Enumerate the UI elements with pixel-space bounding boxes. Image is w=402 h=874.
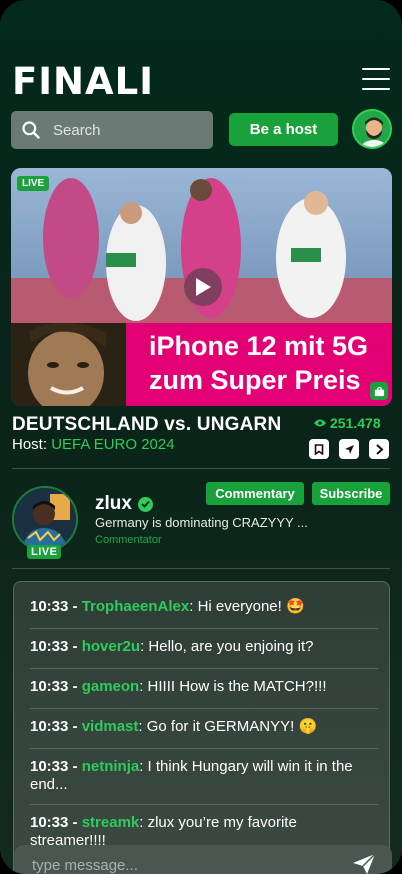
chat-message: 10:33 - vidmast: Go for it GERMANYY! 🤫: [30, 718, 318, 735]
ad-headline: iPhone 12 mit 5G zum Super Preis: [149, 329, 389, 397]
streamer-avatar[interactable]: [12, 486, 78, 552]
streamer-name-text: zlux: [95, 493, 132, 514]
host-name[interactable]: UEFA EURO 2024: [51, 436, 174, 453]
eye-icon: [314, 419, 326, 427]
search-bar[interactable]: [11, 111, 213, 149]
divider: [12, 468, 390, 469]
verified-icon: [137, 496, 153, 512]
chat-username[interactable]: netninja: [82, 758, 140, 775]
chat-separator: [30, 804, 378, 805]
chat-text: Hi everyone! 🤩: [193, 598, 305, 615]
chat-time: 10:33 -: [30, 758, 78, 775]
host-label: Host:: [12, 436, 48, 453]
chat-separator: [30, 708, 378, 709]
chat-separator: [30, 628, 378, 629]
be-a-host-button[interactable]: Be a host: [229, 113, 338, 146]
divider: [12, 568, 390, 569]
share-icon[interactable]: [339, 439, 359, 459]
chat-time: 10:33 -: [30, 638, 78, 655]
chat-text: HIIII How is the MATCH?!!!: [143, 678, 327, 695]
chat-username[interactable]: gameon: [82, 678, 140, 695]
search-icon: [22, 121, 40, 139]
ad-line-2: zum Super Preis: [149, 365, 361, 395]
viewer-count-value: 251.478: [330, 415, 381, 431]
chat-time: 10:33 -: [30, 598, 78, 615]
chat-username[interactable]: hover2u: [82, 638, 140, 655]
chat-text: Go for it GERMANYY! 🤫: [142, 718, 318, 735]
ad-line-1: iPhone 12 mit 5G: [149, 331, 369, 361]
shopping-bag-icon[interactable]: [370, 382, 388, 400]
streamer-live-badge: LIVE: [27, 545, 62, 559]
chat-message: 10:33 - gameon: HIIII How is the MATCH?!…: [30, 678, 327, 695]
message-composer[interactable]: [14, 845, 392, 874]
play-icon[interactable]: [184, 268, 222, 306]
chat-separator: [30, 748, 378, 749]
chat-username[interactable]: TrophaeenAlex: [82, 598, 190, 615]
message-input[interactable]: [32, 856, 332, 874]
video-player[interactable]: LIVE iPhone 12 mit 5G zum Super Preis: [11, 168, 392, 406]
app-screen: FINALI Be a host: [0, 0, 402, 874]
chat-time: 10:33 -: [30, 678, 78, 695]
chat-time: 10:33 -: [30, 814, 78, 831]
chat-message: 10:33 - hover2u: Hello, are you enjoing …: [30, 638, 314, 655]
commentary-button[interactable]: Commentary: [206, 482, 304, 505]
chat-text: Hello, are you enjoing it?: [144, 638, 314, 655]
chat-username[interactable]: vidmast: [82, 718, 139, 735]
match-actions: [309, 439, 389, 459]
chat-text: I think Hungary will win it in the end..…: [30, 758, 353, 793]
streamer-role: Commentator: [95, 534, 162, 546]
match-host: Host: UEFA EURO 2024: [12, 436, 175, 453]
send-icon[interactable]: [352, 853, 376, 874]
menu-icon[interactable]: [362, 68, 390, 90]
chat-message: 10:33 - netninja: I think Hungary will w…: [30, 758, 353, 793]
ad-banner[interactable]: iPhone 12 mit 5G zum Super Preis: [11, 323, 392, 406]
ad-photo: [11, 323, 126, 406]
chat-time: 10:33 -: [30, 718, 78, 735]
chevron-right-icon[interactable]: [369, 439, 389, 459]
viewer-count: 251.478: [314, 415, 381, 431]
streamer-status: Germany is dominating CRAZYYY ...: [95, 515, 308, 530]
user-avatar[interactable]: [352, 109, 392, 149]
match-title: DEUTSCHLAND vs. UNGARN: [12, 414, 282, 435]
chat-panel[interactable]: 10:33 - TrophaeenAlex: Hi everyone! 🤩 10…: [13, 581, 390, 874]
chat-separator: [30, 668, 378, 669]
chat-username[interactable]: streamk: [82, 814, 140, 831]
search-input[interactable]: [53, 121, 193, 139]
streamer-name[interactable]: zlux: [95, 493, 153, 515]
chat-message: 10:33 - TrophaeenAlex: Hi everyone! 🤩: [30, 598, 305, 615]
bookmark-icon[interactable]: [309, 439, 329, 459]
live-badge: LIVE: [17, 176, 50, 191]
app-logo[interactable]: FINALI: [12, 60, 154, 103]
subscribe-button[interactable]: Subscribe: [312, 482, 390, 505]
